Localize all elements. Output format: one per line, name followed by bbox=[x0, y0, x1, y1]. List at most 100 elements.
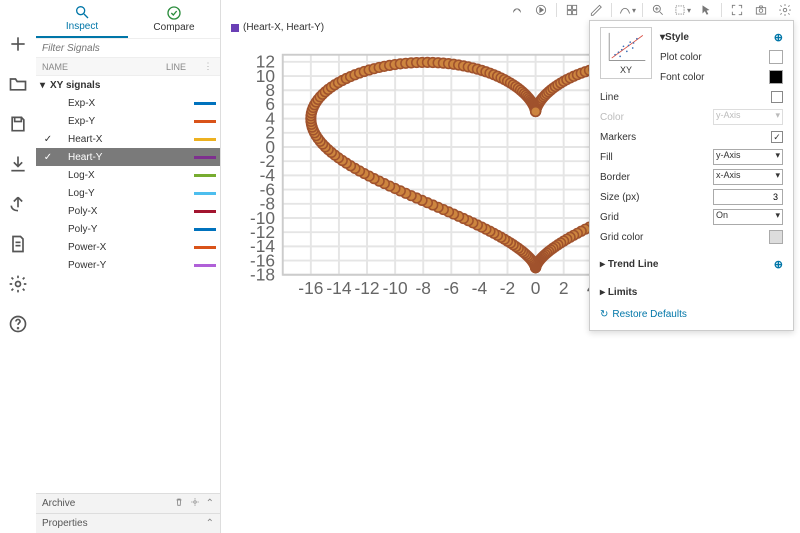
fingerprint-icon[interactable] bbox=[508, 1, 526, 19]
grid-select[interactable]: On ▾ bbox=[713, 209, 783, 225]
legend-label: (Heart-X, Heart-Y) bbox=[243, 22, 324, 33]
restore-icon: ↻ bbox=[600, 309, 608, 320]
tab-inspect-label: Inspect bbox=[66, 21, 98, 32]
signal-row[interactable]: Heart-Y bbox=[36, 148, 220, 166]
plot-color-label: Plot color bbox=[660, 52, 769, 63]
signal-row[interactable]: Heart-X bbox=[36, 130, 220, 148]
properties-label: Properties bbox=[42, 518, 88, 529]
signal-row[interactable]: Exp-X bbox=[36, 94, 220, 112]
border-select[interactable]: x-Axis ▾ bbox=[713, 169, 783, 185]
svg-text:-6: -6 bbox=[444, 278, 459, 298]
signal-line-swatch bbox=[194, 228, 216, 231]
signal-line-swatch bbox=[194, 246, 216, 249]
markers-checkbox[interactable]: ✓ bbox=[771, 131, 783, 143]
signal-line-swatch bbox=[194, 102, 216, 105]
archive-bar[interactable]: Archive ⌃ bbox=[36, 493, 220, 513]
separator bbox=[642, 3, 643, 17]
advanced-link-icon[interactable]: ⊕ bbox=[774, 258, 783, 271]
import-icon[interactable] bbox=[6, 152, 30, 176]
svg-text:-8: -8 bbox=[416, 278, 431, 298]
restore-label: Restore Defaults bbox=[612, 309, 686, 320]
signal-row[interactable]: Power-X bbox=[36, 238, 220, 256]
plot-color-swatch[interactable] bbox=[769, 50, 783, 64]
signals-header-menu-icon[interactable]: ⋮ bbox=[202, 61, 214, 72]
grid-color-label: Grid color bbox=[600, 232, 769, 243]
signal-checkbox[interactable] bbox=[40, 134, 56, 145]
archive-expand-icon[interactable]: ⌃ bbox=[206, 498, 214, 509]
limits-section-header[interactable]: ▸ Limits bbox=[600, 281, 783, 303]
clear-plot-icon[interactable] bbox=[587, 1, 605, 19]
signal-row[interactable]: Exp-Y bbox=[36, 112, 220, 130]
font-color-swatch[interactable] bbox=[769, 70, 783, 84]
signal-line-swatch bbox=[194, 138, 216, 141]
fit-to-view-icon[interactable]: ▾ bbox=[673, 1, 691, 19]
signal-row[interactable]: Poly-X bbox=[36, 202, 220, 220]
svg-text:-2: -2 bbox=[500, 278, 515, 298]
export-icon[interactable] bbox=[6, 192, 30, 216]
signal-line-swatch bbox=[194, 210, 216, 213]
cursor-measure-icon[interactable]: ▾ bbox=[618, 1, 636, 19]
panel-tabs: Inspect Compare bbox=[36, 0, 220, 38]
visualization-settings-icon[interactable] bbox=[776, 1, 794, 19]
signal-line-swatch bbox=[194, 174, 216, 177]
signal-group[interactable]: ▾ XY signals bbox=[36, 76, 220, 94]
signal-name: Exp-Y bbox=[56, 116, 194, 127]
plot-type-label: XY bbox=[620, 65, 632, 75]
signals-header-name: NAME bbox=[42, 62, 166, 72]
tab-compare[interactable]: Compare bbox=[128, 0, 220, 38]
tab-inspect[interactable]: Inspect bbox=[36, 0, 128, 38]
archive-label: Archive bbox=[42, 498, 75, 509]
folder-icon[interactable] bbox=[6, 72, 30, 96]
add-icon[interactable] bbox=[6, 32, 30, 56]
svg-text:12: 12 bbox=[256, 52, 275, 72]
signal-name: Poly-Y bbox=[56, 224, 194, 235]
signal-row[interactable]: Poly-Y bbox=[36, 220, 220, 238]
line-checkbox[interactable] bbox=[771, 91, 783, 103]
plot-type-thumbnail[interactable]: XY bbox=[600, 27, 652, 79]
document-icon[interactable] bbox=[6, 232, 30, 256]
signals-header-line: LINE bbox=[166, 62, 202, 72]
signal-line-swatch bbox=[194, 192, 216, 195]
archive-gear-icon[interactable] bbox=[190, 497, 200, 510]
signal-row[interactable]: Power-Y bbox=[36, 256, 220, 274]
help-icon[interactable] bbox=[6, 312, 30, 336]
border-label: Border bbox=[600, 172, 713, 183]
restore-defaults-link[interactable]: ↻ Restore Defaults bbox=[600, 309, 783, 320]
style-popup: XY ▾Style ⊕ Plot color Font color Line C… bbox=[589, 20, 794, 331]
svg-text:2: 2 bbox=[559, 278, 569, 298]
grid-layout-icon[interactable] bbox=[563, 1, 581, 19]
expand-icon[interactable] bbox=[728, 1, 746, 19]
signal-line-swatch bbox=[194, 156, 216, 159]
signal-group-label: XY signals bbox=[50, 80, 100, 91]
zoom-in-time-icon[interactable] bbox=[649, 1, 667, 19]
filter-signals-input[interactable] bbox=[36, 38, 220, 58]
line-color-label: Color bbox=[600, 112, 713, 123]
size-input[interactable] bbox=[713, 189, 783, 205]
snapshot-icon[interactable] bbox=[752, 1, 770, 19]
size-label: Size (px) bbox=[600, 192, 713, 203]
signal-checkbox[interactable] bbox=[40, 152, 56, 163]
signal-line-swatch bbox=[194, 264, 216, 267]
caret-down-icon: ▾ bbox=[40, 80, 50, 91]
advanced-link-icon[interactable]: ⊕ bbox=[774, 31, 783, 44]
signal-row[interactable]: Log-X bbox=[36, 166, 220, 184]
svg-text:-4: -4 bbox=[472, 278, 488, 298]
properties-expand-icon[interactable]: ⌃ bbox=[206, 518, 214, 529]
signal-name: Heart-Y bbox=[56, 152, 194, 163]
signal-row[interactable]: Log-Y bbox=[36, 184, 220, 202]
gear-icon[interactable] bbox=[6, 272, 30, 296]
style-section-header[interactable]: ▾Style ⊕ bbox=[660, 27, 783, 47]
svg-text:-16: -16 bbox=[298, 278, 323, 298]
tab-compare-label: Compare bbox=[153, 22, 194, 33]
signal-line-swatch bbox=[194, 120, 216, 123]
trend-section-header[interactable]: ▸ Trend Line⊕ bbox=[600, 253, 783, 275]
save-icon[interactable] bbox=[6, 112, 30, 136]
archive-trash-icon[interactable] bbox=[174, 497, 184, 510]
signal-name: Power-Y bbox=[56, 260, 194, 271]
fill-select[interactable]: y-Axis ▾ bbox=[713, 149, 783, 165]
properties-bar[interactable]: Properties ⌃ bbox=[36, 513, 220, 533]
line-label: Line bbox=[600, 92, 771, 103]
pointer-icon[interactable] bbox=[697, 1, 715, 19]
replay-icon[interactable] bbox=[532, 1, 550, 19]
grid-color-swatch[interactable] bbox=[769, 230, 783, 244]
